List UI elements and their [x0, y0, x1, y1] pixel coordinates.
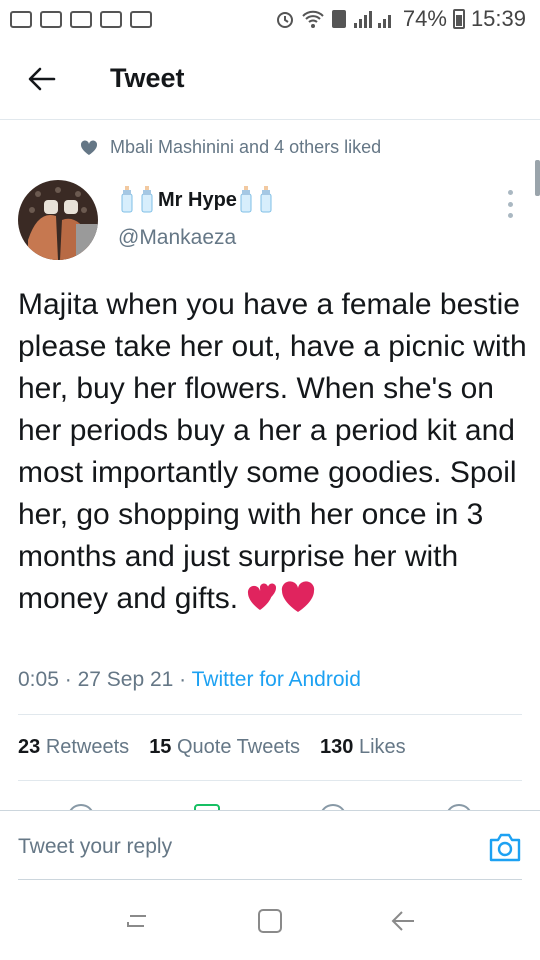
clock: 15:39 — [470, 6, 526, 31]
divider — [18, 780, 522, 781]
baby-bottle-icon — [121, 186, 133, 213]
author-name: Mr Hype — [158, 188, 237, 211]
quotes-count: 15 — [149, 736, 172, 758]
retweets-label: Retweets — [45, 736, 130, 758]
hearts-emoji-icon — [248, 581, 315, 612]
heart-icon — [80, 139, 98, 155]
separator: · — [64, 668, 72, 691]
dot — [507, 213, 513, 218]
baby-bottle-icon — [240, 186, 252, 213]
social-context-text: Mbali Mashinini and 4 others liked — [110, 137, 382, 157]
battery-percent: 74% — [402, 6, 447, 31]
likes-stat[interactable]: 130 Likes — [320, 736, 406, 759]
gmail-icon — [40, 10, 62, 28]
alarm-icon — [276, 12, 293, 28]
camera-icon — [489, 833, 521, 862]
camera-button[interactable] — [488, 831, 522, 863]
baby-bottle-icon — [260, 186, 272, 213]
back-button[interactable] — [12, 49, 72, 109]
home-button[interactable] — [250, 901, 290, 941]
quotes-label: Quote Tweets — [177, 736, 301, 758]
divider — [18, 714, 522, 715]
avatar-image — [18, 180, 98, 260]
back-nav-button[interactable] — [383, 901, 423, 941]
tweet-meta: 0:05 · 27 Sep 21 · Twitter for Android — [18, 668, 361, 692]
author-handle[interactable]: @Mankaeza — [118, 226, 236, 250]
tweet-source-link[interactable]: Twitter for Android — [192, 668, 361, 691]
reply-bar: Tweet your reply — [0, 810, 540, 882]
scrollbar[interactable] — [535, 160, 540, 196]
separator: · — [179, 668, 187, 691]
notification-icons — [10, 10, 152, 28]
author-name-row[interactable]: Mr Hype — [118, 186, 277, 214]
baby-bottle-icon — [141, 186, 153, 213]
retweets-stat[interactable]: 23 Retweets — [18, 736, 129, 759]
checkbox-icon — [130, 10, 152, 28]
gmail-icon — [100, 10, 122, 28]
system-nav-bar — [0, 882, 540, 960]
page-title: Tweet — [110, 63, 185, 93]
top-app-bar: Tweet — [0, 38, 540, 120]
photo-icon — [70, 10, 92, 28]
status-bar: 74% 15:39 — [0, 0, 540, 38]
likes-label: Likes — [358, 736, 406, 758]
tweet-text: Majita when you have a female bestie ple… — [18, 288, 527, 615]
dot — [507, 201, 513, 207]
signal-icon — [353, 11, 391, 28]
likes-count: 130 — [320, 736, 354, 758]
quote-tweets-stat[interactable]: 15 Quote Tweets — [149, 736, 300, 759]
reply-underline — [18, 879, 522, 880]
arrow-left-icon — [28, 67, 56, 90]
home-icon — [257, 909, 282, 933]
back-nav-icon — [391, 911, 415, 931]
system-status: 74% 15:39 — [275, 6, 526, 32]
battery-icon — [452, 9, 465, 29]
social-context[interactable]: Mbali Mashinini and 4 others liked — [80, 137, 381, 158]
tweet-date: 27 Sep 21 — [77, 668, 174, 691]
reply-input[interactable]: Tweet your reply — [18, 825, 458, 869]
tweet-stats: 23 Retweets 15 Quote Tweets 130 Likes — [18, 736, 406, 759]
wifi-icon — [302, 10, 324, 28]
recent-apps-icon — [126, 915, 146, 927]
tweet-body: Majita when you have a female bestie ple… — [18, 284, 528, 620]
sim-icon — [331, 10, 346, 28]
avatar[interactable] — [18, 180, 98, 260]
more-options-button[interactable] — [500, 190, 520, 218]
message-icon — [10, 10, 32, 28]
recent-apps-button[interactable] — [117, 901, 157, 941]
dot — [507, 190, 513, 195]
tweet-time: 0:05 — [18, 668, 59, 691]
retweets-count: 23 — [18, 736, 41, 758]
